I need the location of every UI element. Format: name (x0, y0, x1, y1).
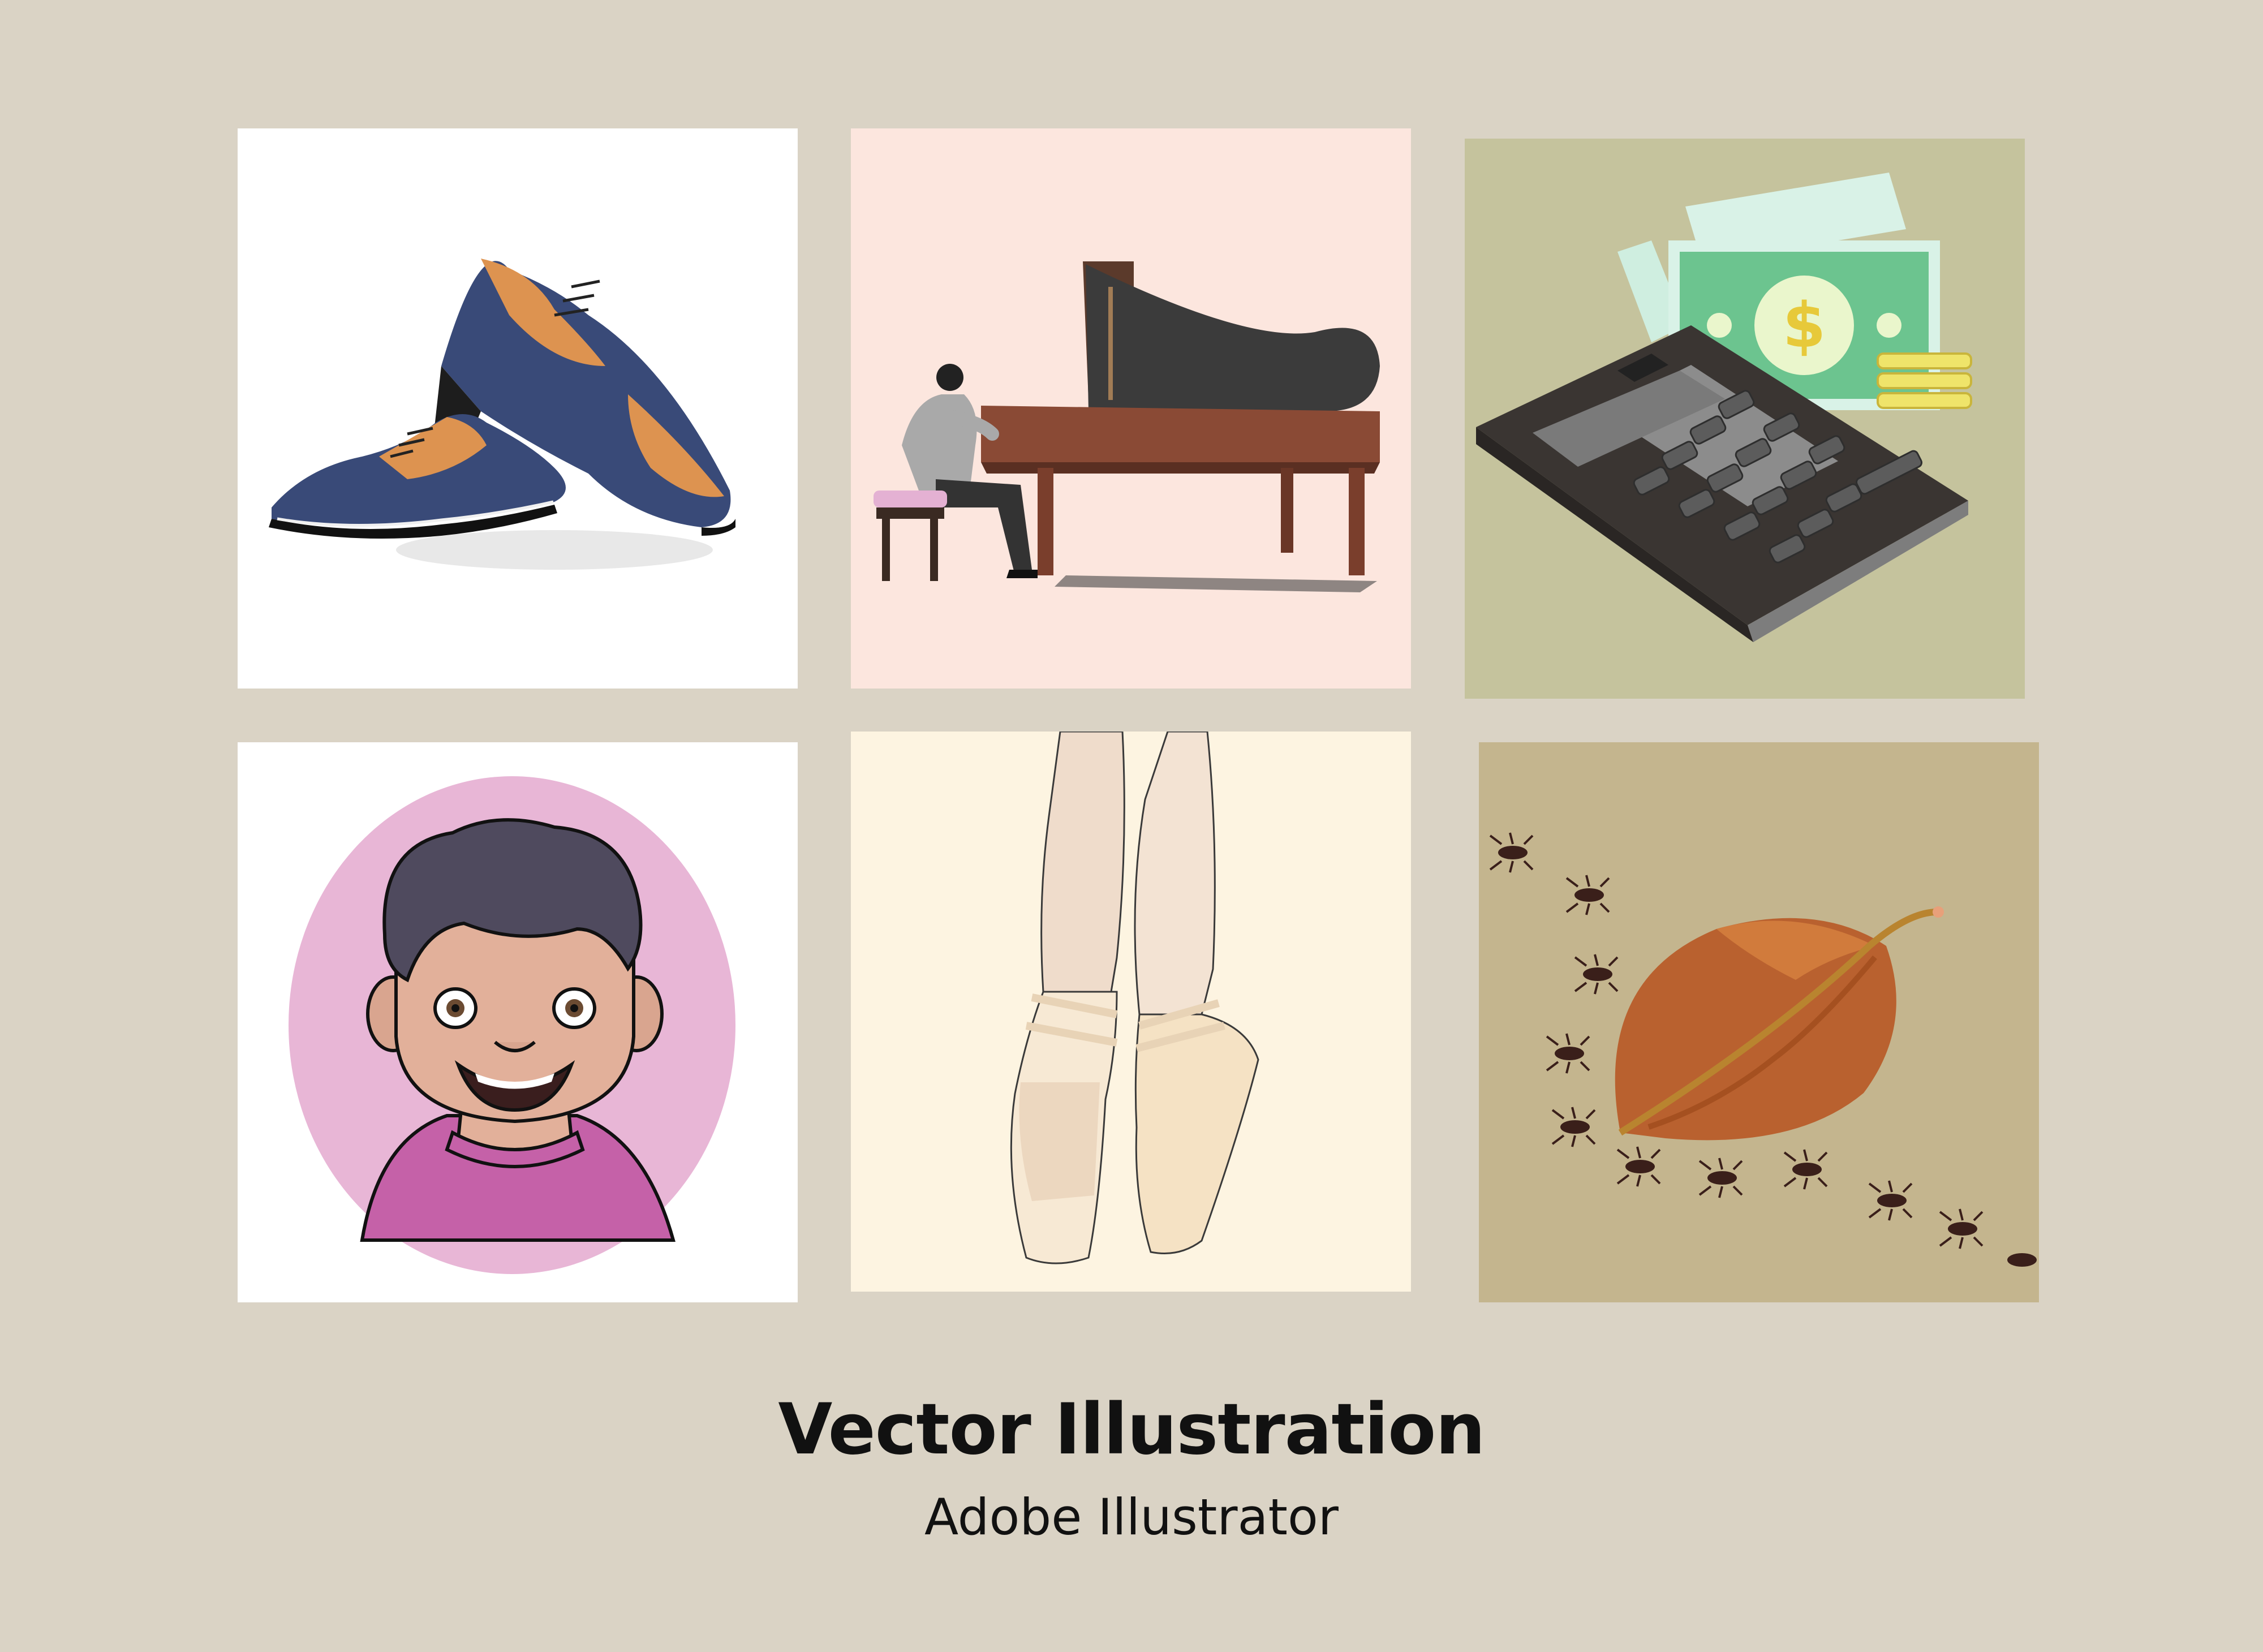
leaf-ants-illustration-tile (1479, 742, 2039, 1302)
dollar-sign-icon: $ (1783, 289, 1826, 362)
shoes-illustration-tile (238, 128, 798, 689)
ballet-illustration-tile (851, 732, 1411, 1292)
page-subtitle: Adobe Illustrator (924, 1488, 1339, 1546)
calculator-illustration-tile: $ (1465, 139, 2025, 699)
piano-illustration-tile (851, 128, 1411, 689)
smiling-boy-illustration (289, 776, 735, 1274)
page-title: Vector Illustration (778, 1389, 1485, 1470)
boy-portrait-tile (238, 742, 798, 1302)
leaf-ants-illustration (1489, 832, 2037, 1267)
calculator-money-illustration: $ (1476, 173, 1972, 642)
ballet-pointe-illustration (1010, 732, 1259, 1264)
pianist-illustration (874, 261, 1380, 592)
brogue-shoes-illustration (269, 259, 735, 570)
